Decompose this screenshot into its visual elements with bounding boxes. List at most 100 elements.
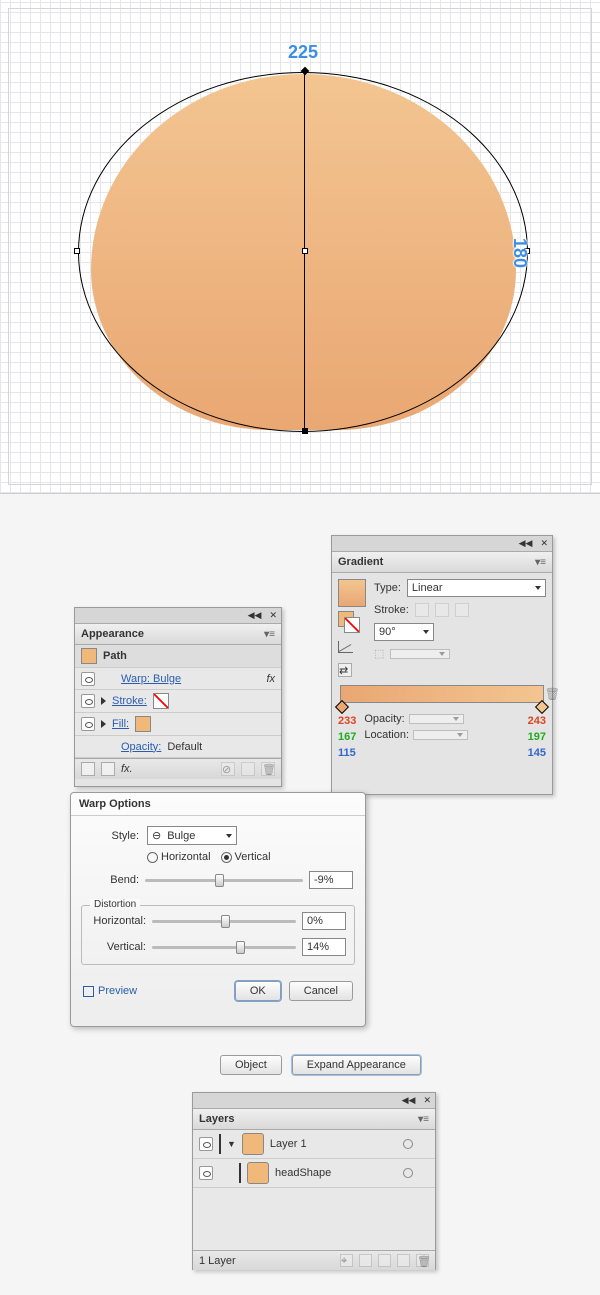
new-art-icon[interactable] [81, 762, 95, 776]
panel-menu-icon[interactable]: ▾≡ [264, 629, 275, 640]
layers-title: Layers [199, 1113, 234, 1125]
path-label: Path [103, 650, 127, 662]
anchor-point-left[interactable] [74, 248, 80, 254]
opacity-link[interactable]: Opacity: [121, 741, 161, 753]
panel-menu-icon[interactable]: ▾≡ [418, 1114, 429, 1125]
target-icon[interactable] [403, 1139, 413, 1149]
visibility-toggle-icon[interactable] [81, 717, 95, 731]
make-clip-icon[interactable] [359, 1254, 372, 1267]
panel-collapse-icon[interactable]: ◀◀ [519, 538, 533, 549]
visibility-toggle-icon[interactable] [199, 1166, 213, 1180]
panel-close-icon[interactable]: ✕ [540, 538, 548, 549]
dh-label: Horizontal: [90, 915, 146, 927]
vertical-radio[interactable]: Vertical [221, 851, 271, 863]
cancel-button[interactable]: Cancel [289, 981, 353, 1001]
gradient-ramp[interactable] [340, 685, 544, 703]
angle-field[interactable]: 90° [374, 623, 434, 641]
fill-link[interactable]: Fill: [112, 718, 129, 730]
duplicate-icon[interactable] [241, 762, 255, 776]
visibility-toggle-icon[interactable] [81, 694, 95, 708]
no-icon[interactable]: ⊘ [221, 762, 235, 776]
ok-button[interactable]: OK [235, 981, 281, 1001]
layers-panel[interactable]: ◀◀ ✕ Layers ▾≡ ▼ Layer 1 headShape 1 Lay… [192, 1092, 436, 1270]
stop-location-field [413, 730, 468, 740]
layer-thumbnail[interactable] [242, 1133, 264, 1155]
fx-menu[interactable]: fx. [121, 763, 133, 775]
target-icon[interactable] [403, 1168, 413, 1178]
reverse-gradient-icon[interactable]: ⇄ [338, 663, 352, 677]
layers-footer: 1 Layer ⌖ 🗑 [193, 1250, 435, 1270]
visibility-toggle-icon[interactable] [199, 1137, 213, 1151]
anchor-point-bottom[interactable] [302, 428, 308, 434]
trash-icon[interactable]: 🗑 [261, 762, 275, 776]
distortion-group: Distortion Horizontal: 0% Vertical: 14% [81, 905, 355, 965]
object-button[interactable]: Object [220, 1055, 282, 1075]
sublayer-thumbnail[interactable] [247, 1162, 269, 1184]
horizontal-distortion-slider[interactable] [152, 920, 296, 923]
location-label: Location: [364, 729, 409, 741]
artboard-canvas[interactable]: 225 180 [0, 0, 600, 494]
delete-stop-icon[interactable]: 🗑 [545, 687, 560, 701]
panel-close-icon[interactable]: ✕ [269, 610, 277, 621]
gradient-panel-header[interactable]: Gradient ▾≡ [332, 552, 552, 573]
distortion-legend: Distortion [90, 899, 140, 910]
appearance-panel[interactable]: ◀◀ ✕ Appearance ▾≡ Path Warp: Bulge fx S… [74, 607, 282, 787]
panel-collapse-icon[interactable]: ◀◀ [248, 610, 262, 621]
fill-swatch[interactable] [135, 716, 151, 732]
appearance-row-warp[interactable]: Warp: Bulge fx [75, 668, 281, 690]
layer-color-bar [219, 1134, 221, 1154]
new-sublayer-icon[interactable] [378, 1254, 391, 1267]
warp-options-dialog[interactable]: Warp Options Style: ⊖ Bulge Horizontal V… [70, 792, 366, 1027]
warp-link[interactable]: Warp: Bulge [121, 673, 181, 685]
width-dimension-label: 225 [288, 42, 318, 63]
expand-appearance-button[interactable]: Expand Appearance [292, 1055, 421, 1075]
panel-menu-icon[interactable]: ▾≡ [535, 557, 546, 568]
layer1-name[interactable]: Layer 1 [270, 1138, 307, 1150]
bend-value[interactable]: -9% [309, 871, 353, 889]
aspect-field [390, 649, 450, 659]
layer-color-bar [239, 1163, 241, 1183]
vertical-distortion-slider[interactable] [152, 946, 296, 949]
layer-row-headshape[interactable]: headShape [193, 1159, 435, 1188]
stop-opacity-field [409, 714, 464, 724]
appearance-row-stroke[interactable]: Stroke: [75, 690, 281, 713]
stroke-swatch-icon[interactable] [344, 617, 360, 633]
fx-badge[interactable]: fx [266, 673, 275, 685]
expand-icon[interactable] [101, 697, 106, 705]
gradient-preview-swatch[interactable] [338, 579, 366, 607]
visibility-toggle-icon[interactable] [81, 672, 95, 686]
headshape-name[interactable]: headShape [275, 1167, 331, 1179]
dv-value[interactable]: 14% [302, 938, 346, 956]
preview-checkbox[interactable]: Preview [83, 985, 137, 997]
layer-expand-icon[interactable]: ▼ [227, 1139, 236, 1149]
bend-slider[interactable] [145, 879, 303, 882]
appearance-row-path[interactable]: Path [75, 645, 281, 668]
style-value: Bulge [167, 830, 195, 842]
new-layer-icon[interactable] [397, 1254, 410, 1267]
left-stop-rgb: 233 167 115 [338, 713, 356, 761]
layer-row-1[interactable]: ▼ Layer 1 [193, 1130, 435, 1159]
dh-value[interactable]: 0% [302, 912, 346, 930]
appearance-panel-header[interactable]: Appearance ▾≡ [75, 624, 281, 645]
stroke-swatch-none[interactable] [153, 693, 169, 709]
trash-icon[interactable]: 🗑 [416, 1254, 429, 1267]
angle-value: 90° [379, 626, 396, 638]
clear-icon[interactable] [101, 762, 115, 776]
expand-icon[interactable] [101, 720, 106, 728]
gradient-panel[interactable]: ◀◀ ✕ Gradient ▾≡ ⇄ Type: Linear [331, 535, 553, 795]
panel-collapse-icon[interactable]: ◀◀ [402, 1095, 416, 1106]
horizontal-radio[interactable]: Horizontal [147, 851, 211, 863]
gradient-type-select[interactable]: Linear [407, 579, 546, 597]
warp-style-select[interactable]: ⊖ Bulge [147, 826, 237, 845]
appearance-row-fill[interactable]: Fill: [75, 713, 281, 736]
locate-icon[interactable]: ⌖ [340, 1254, 353, 1267]
panel-close-icon[interactable]: ✕ [423, 1095, 431, 1106]
layers-empty-area [193, 1188, 435, 1250]
gradient-title: Gradient [338, 556, 383, 568]
type-value: Linear [412, 582, 443, 594]
stroke-link[interactable]: Stroke: [112, 695, 147, 707]
dv-label: Vertical: [90, 941, 146, 953]
anchor-point-center[interactable] [302, 248, 308, 254]
layers-panel-header[interactable]: Layers ▾≡ [193, 1109, 435, 1130]
appearance-row-opacity[interactable]: Opacity: Default [75, 736, 281, 758]
